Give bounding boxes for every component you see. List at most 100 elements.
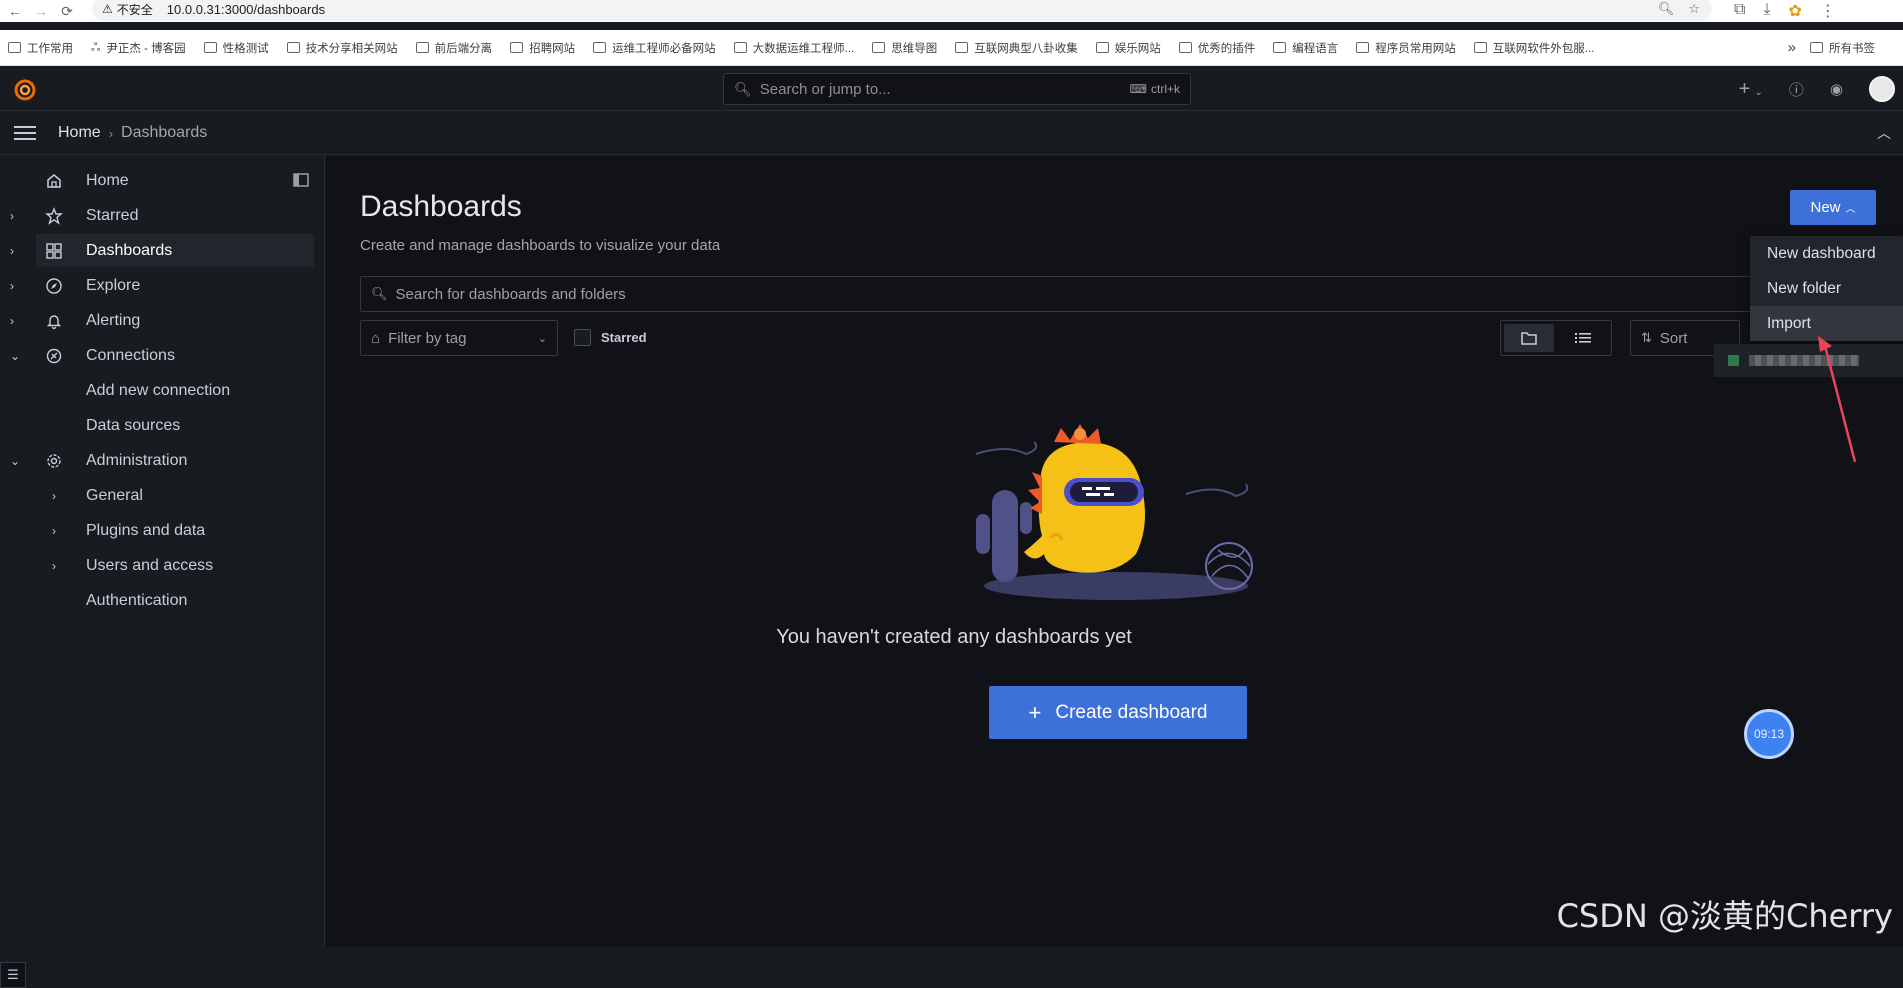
nav-item-administration[interactable]: ⌄ Administration [0,444,314,477]
menu-item-new-dashboard[interactable]: New dashboard [1750,236,1903,271]
search-icon: 🔍︎ [734,81,752,98]
redacted-icon [1728,355,1739,366]
dashboard-search-input[interactable]: 🔍︎ Search for dashboards and folders [360,276,1770,312]
help-icon[interactable]: ⓘ [1789,79,1804,100]
folder-icon [1096,42,1109,53]
empty-state-message: You haven't created any dashboards yet [326,626,1582,649]
view-toggle [1500,320,1612,356]
add-new-button[interactable]: + ⌄ [1739,78,1763,101]
starred-checkbox[interactable] [574,329,591,346]
breadcrumb-home-link[interactable]: Home [58,124,101,142]
gear-icon [45,452,63,470]
bookmark-item[interactable]: 前后端分离 [416,40,493,56]
list-view-button[interactable] [1558,324,1608,352]
bookmark-item[interactable]: 大数据运维工程师... [734,40,855,56]
new-button[interactable]: New ︿ [1790,190,1876,225]
zoom-icon[interactable]: 🔍︎ [1658,1,1675,17]
browser-toolbar: ← → ⟳ ⚠ 不安全 10.0.0.31:3000/dashboards 🔍︎… [0,0,1903,22]
star-icon [45,207,63,225]
grafana-logo-icon[interactable] [12,76,38,102]
bookmark-item[interactable]: 互联网软件外包服... [1474,40,1595,56]
folder-icon [872,42,885,53]
bookmark-item[interactable]: 程序员常用网站 [1356,40,1456,56]
bookmark-item[interactable]: 互联网典型八卦收集 [955,40,1078,56]
collapse-header-icon[interactable]: ︿ [1877,123,1891,143]
bookmark-item[interactable]: 技术分享相关网站 [287,40,398,56]
nav-item-plugins-and-data[interactable]: › Plugins and data [0,514,314,547]
chevron-right-icon[interactable]: › [0,234,30,267]
global-search-input[interactable]: 🔍︎ Search or jump to... ⌨ctrl+k [723,73,1191,105]
search-icon: 🔍︎ [371,286,388,302]
folder-icon [1810,42,1823,53]
nav-item-authentication[interactable]: Authentication [0,584,314,617]
nav-item-home[interactable]: Home [0,164,314,197]
bookmark-item[interactable]: 思维导图 [872,40,937,56]
folder-view-button[interactable] [1504,324,1554,352]
folder-icon [1521,331,1537,345]
floating-clock-badge[interactable]: 09:13 [1744,709,1794,759]
chevron-right-icon[interactable]: › [10,209,22,223]
starred-filter[interactable]: Starred [574,329,647,346]
bookmarks-overflow-button[interactable]: » [1788,39,1796,56]
address-bar[interactable]: ⚠ 不安全 10.0.0.31:3000/dashboards 🔍︎ ☆ [92,0,1712,21]
home-icon [45,172,63,190]
news-feed-icon[interactable]: ◉ [1830,80,1843,98]
chevron-right-icon[interactable]: › [10,314,22,328]
folder-icon [204,42,217,53]
bookmark-item[interactable]: ஃ尹正杰 - 博客园 [91,40,186,56]
folder-icon [1179,42,1192,53]
security-indicator[interactable]: ⚠ 不安全 [102,1,153,18]
watermark: CSDN @淡黄的Cherry [1557,891,1893,937]
all-bookmarks-button[interactable]: 所有书签 [1810,40,1875,56]
outline-list-icon[interactable]: ☰ [0,962,26,988]
page-title: Dashboards [360,190,522,224]
forward-icon[interactable]: → [30,0,52,22]
chevron-down-icon[interactable]: ⌄ [10,454,22,468]
folder-icon [1356,42,1369,53]
folder-icon [510,42,523,53]
keyboard-icon: ⌨ [1130,82,1147,96]
profile-extension-icon[interactable]: ✿ [1789,1,1802,21]
folder-icon [287,42,300,53]
page-subtitle: Create and manage dashboards to visualiz… [360,237,720,254]
chevron-right-icon[interactable]: › [10,279,22,293]
plug-icon [45,347,63,365]
more-menu-icon[interactable]: ⋮ [1820,1,1836,21]
extensions-icon[interactable]: ⧉ [1734,1,1745,21]
nav-item-add-new-connection[interactable]: Add new connection [0,374,314,407]
tag-filter-select[interactable]: ⌂ Filter by tag ⌄ [360,320,558,356]
bookmark-item[interactable]: 编程语言 [1273,40,1338,56]
back-icon[interactable]: ← [4,0,26,22]
create-dashboard-button[interactable]: + Create dashboard [989,686,1247,739]
nav-item-explore[interactable]: › Explore [0,269,314,302]
nav-item-dashboards[interactable]: Dashboards [36,234,314,267]
bookmark-item[interactable]: 优秀的插件 [1179,40,1256,56]
folder-icon [955,42,968,53]
nav-item-alerting[interactable]: › Alerting [0,304,314,337]
chevron-right-icon[interactable]: › [52,524,64,538]
chevron-down-icon[interactable]: ⌄ [10,349,22,363]
nav-item-data-sources[interactable]: Data sources [0,409,314,442]
folder-icon [593,42,606,53]
plus-icon: + [1029,700,1042,726]
bookmark-item[interactable]: 运维工程师必备网站 [593,40,716,56]
nav-item-starred[interactable]: › Starred [0,199,314,232]
chevron-right-icon[interactable]: › [52,559,64,573]
bookmark-item[interactable]: 娱乐网站 [1096,40,1161,56]
folder-icon [1474,42,1487,53]
bookmark-item[interactable]: 招聘网站 [510,40,575,56]
bookmark-star-icon[interactable]: ☆ [1688,1,1700,17]
nav-item-connections[interactable]: ⌄ Connections [0,339,314,372]
sort-icon: ⇅ [1641,330,1652,346]
chevron-right-icon[interactable]: › [52,489,64,503]
bookmark-item[interactable]: 工作常用 [8,40,73,56]
menu-item-new-folder[interactable]: New folder [1750,271,1903,306]
bookmark-item[interactable]: 性格测试 [204,40,269,56]
reload-icon[interactable]: ⟳ [56,0,78,22]
avatar[interactable] [1869,76,1895,102]
nav-item-users-and-access[interactable]: › Users and access [0,549,314,582]
menu-toggle-icon[interactable] [14,125,36,141]
blog-icon: ஃ [91,40,100,56]
nav-item-general[interactable]: › General [0,479,314,512]
download-icon[interactable]: ⤓ [1763,1,1770,21]
